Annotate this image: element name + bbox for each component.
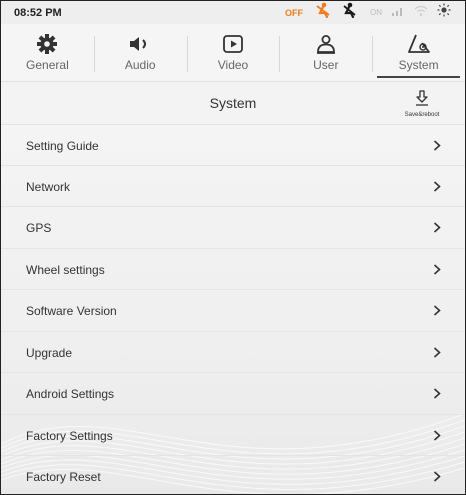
chevron-right-icon xyxy=(431,181,443,192)
chevron-right-icon xyxy=(431,430,443,441)
tab-audio[interactable]: Audio xyxy=(93,24,187,81)
menu-item-label: Software Version xyxy=(26,303,117,318)
tab-system[interactable]: System xyxy=(372,24,465,81)
status-bar: 08:52 PM OFF ON xyxy=(1,1,465,24)
save-reboot-button[interactable]: Save&reboot xyxy=(397,90,447,118)
menu-item-label: Network xyxy=(26,179,71,194)
chevron-right-icon xyxy=(431,347,443,358)
chevron-right-icon xyxy=(431,471,443,482)
menu-item-label: Setting Guide xyxy=(26,138,99,153)
speaker-icon xyxy=(128,33,152,55)
menu-item-label: Upgrade xyxy=(26,345,73,360)
menu-item-gps[interactable]: GPS xyxy=(1,206,465,248)
menu-item-network[interactable]: Network xyxy=(1,165,465,207)
status-on-label: ON xyxy=(370,8,382,17)
menu-item-setting-guide[interactable]: Setting Guide xyxy=(1,124,465,166)
tab-user[interactable]: User xyxy=(279,24,372,81)
status-icons: OFF ON xyxy=(285,2,465,23)
chevron-right-icon xyxy=(431,264,443,275)
tab-system-label: System xyxy=(398,58,439,72)
menu-item-factory-reset[interactable]: Factory Reset xyxy=(1,455,465,494)
wifi-icon xyxy=(414,4,428,22)
tab-general[interactable]: General xyxy=(1,24,94,81)
menu-item-software-version[interactable]: Software Version xyxy=(1,289,465,331)
settings-window: 08:52 PM OFF ON General Audio Video User… xyxy=(0,0,466,495)
menu-item-label: Factory Reset xyxy=(26,469,101,484)
play-icon xyxy=(222,33,244,55)
settings-tab-bar: General Audio Video User System xyxy=(1,24,465,81)
menu-item-wheel-settings[interactable]: Wheel settings xyxy=(1,248,465,290)
chevron-right-icon xyxy=(431,222,443,233)
menu-item-label: GPS xyxy=(26,220,52,235)
menu-item-label: Wheel settings xyxy=(26,262,105,277)
menu-item-label: Android Settings xyxy=(26,386,115,401)
seatbelt-off-icon xyxy=(312,2,332,23)
status-off-label: OFF xyxy=(285,7,303,18)
brightness-icon xyxy=(437,3,451,22)
tab-video-label: Video xyxy=(217,58,249,72)
chevron-right-icon xyxy=(431,388,443,399)
tab-general-label: General xyxy=(26,58,69,72)
status-time: 08:52 PM xyxy=(14,6,62,19)
menu-item-factory-settings[interactable]: Factory Settings xyxy=(1,414,465,456)
tab-user-label: User xyxy=(313,58,339,72)
menu-item-android-settings[interactable]: Android Settings xyxy=(1,372,465,414)
signal-icon xyxy=(391,4,405,22)
menu-item-label: Factory Settings xyxy=(26,428,113,443)
user-icon xyxy=(315,33,337,55)
chevron-right-icon xyxy=(431,305,443,316)
save-reboot-label: Save&reboot xyxy=(404,112,440,118)
tab-audio-label: Audio xyxy=(124,58,156,72)
section-header: System Save&reboot xyxy=(1,81,465,124)
system-menu-list: Setting Guide Network GPS Wheel settings… xyxy=(1,124,465,494)
chevron-right-icon xyxy=(431,140,443,151)
gear-icon xyxy=(36,33,58,55)
menu-item-upgrade[interactable]: Upgrade xyxy=(1,331,465,373)
tab-video[interactable]: Video xyxy=(186,24,280,81)
system-settings-icon xyxy=(407,33,431,55)
page-title: System xyxy=(209,95,257,111)
seatbelt-on-icon xyxy=(341,2,361,23)
download-icon xyxy=(414,90,430,111)
